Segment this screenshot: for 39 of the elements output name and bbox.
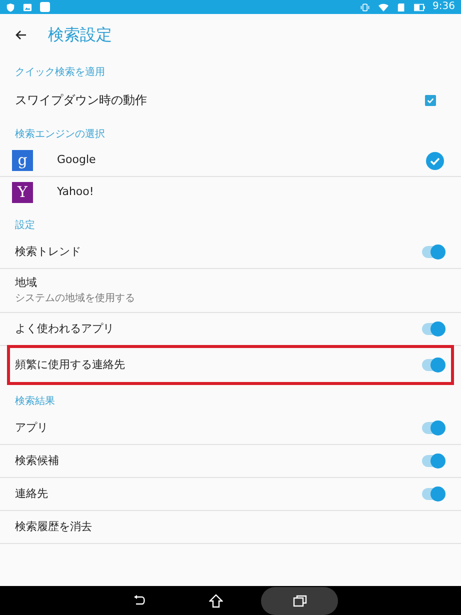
- setting-label: よく使われるアプリ: [15, 320, 115, 337]
- page-title: 検索設定: [48, 24, 112, 46]
- recent-apps-button[interactable]: [261, 586, 338, 614]
- toggle-switch[interactable]: [420, 486, 446, 502]
- toggle-switch[interactable]: [420, 357, 446, 373]
- setting-label: 地域: [15, 274, 38, 291]
- toggle-switch[interactable]: [420, 321, 446, 337]
- section-header: クイック検索を適用: [14, 66, 106, 80]
- toggle-switch[interactable]: [420, 453, 446, 469]
- toggle-switch[interactable]: [420, 420, 446, 436]
- section-header: 検索結果: [14, 394, 56, 409]
- recent-apps-icon: [292, 594, 306, 606]
- home-icon[interactable]: [209, 594, 223, 608]
- engine-name: Yahoo!: [57, 184, 95, 200]
- setting-label[interactable]: 検索履歴を消去: [15, 518, 446, 536]
- status-time: 9:36: [432, 2, 455, 12]
- setting-subtitle: システムの地域を使用する: [15, 292, 135, 306]
- battery-icon: [414, 2, 425, 12]
- shield-icon: [6, 2, 15, 12]
- checkbox[interactable]: [425, 94, 436, 106]
- setting-label: 検索トレンド: [15, 244, 82, 260]
- vibrate-icon: [360, 2, 370, 12]
- setting-label: 連絡先: [15, 486, 49, 502]
- section-header: 設定: [14, 218, 36, 233]
- section-header: 検索エンジンの選択: [14, 128, 106, 142]
- sd-card-icon: [396, 2, 406, 12]
- engine-name: Google: [57, 152, 97, 168]
- toggle-switch[interactable]: [420, 244, 446, 260]
- wifi-icon: [378, 2, 389, 12]
- setting-label: アプリ: [15, 420, 49, 436]
- engine-logo: Y: [12, 182, 33, 203]
- back-arrow-icon[interactable]: [15, 30, 27, 40]
- setting-label: 検索候補: [15, 452, 60, 469]
- setting-label: 頻繁に使用する連絡先: [15, 356, 126, 373]
- setting-label: スワイプダウン時の動作: [15, 92, 148, 109]
- image-icon: [23, 2, 32, 12]
- notification-icon: [40, 2, 50, 12]
- engine-logo: g: [12, 150, 33, 171]
- back-icon[interactable]: [133, 594, 147, 606]
